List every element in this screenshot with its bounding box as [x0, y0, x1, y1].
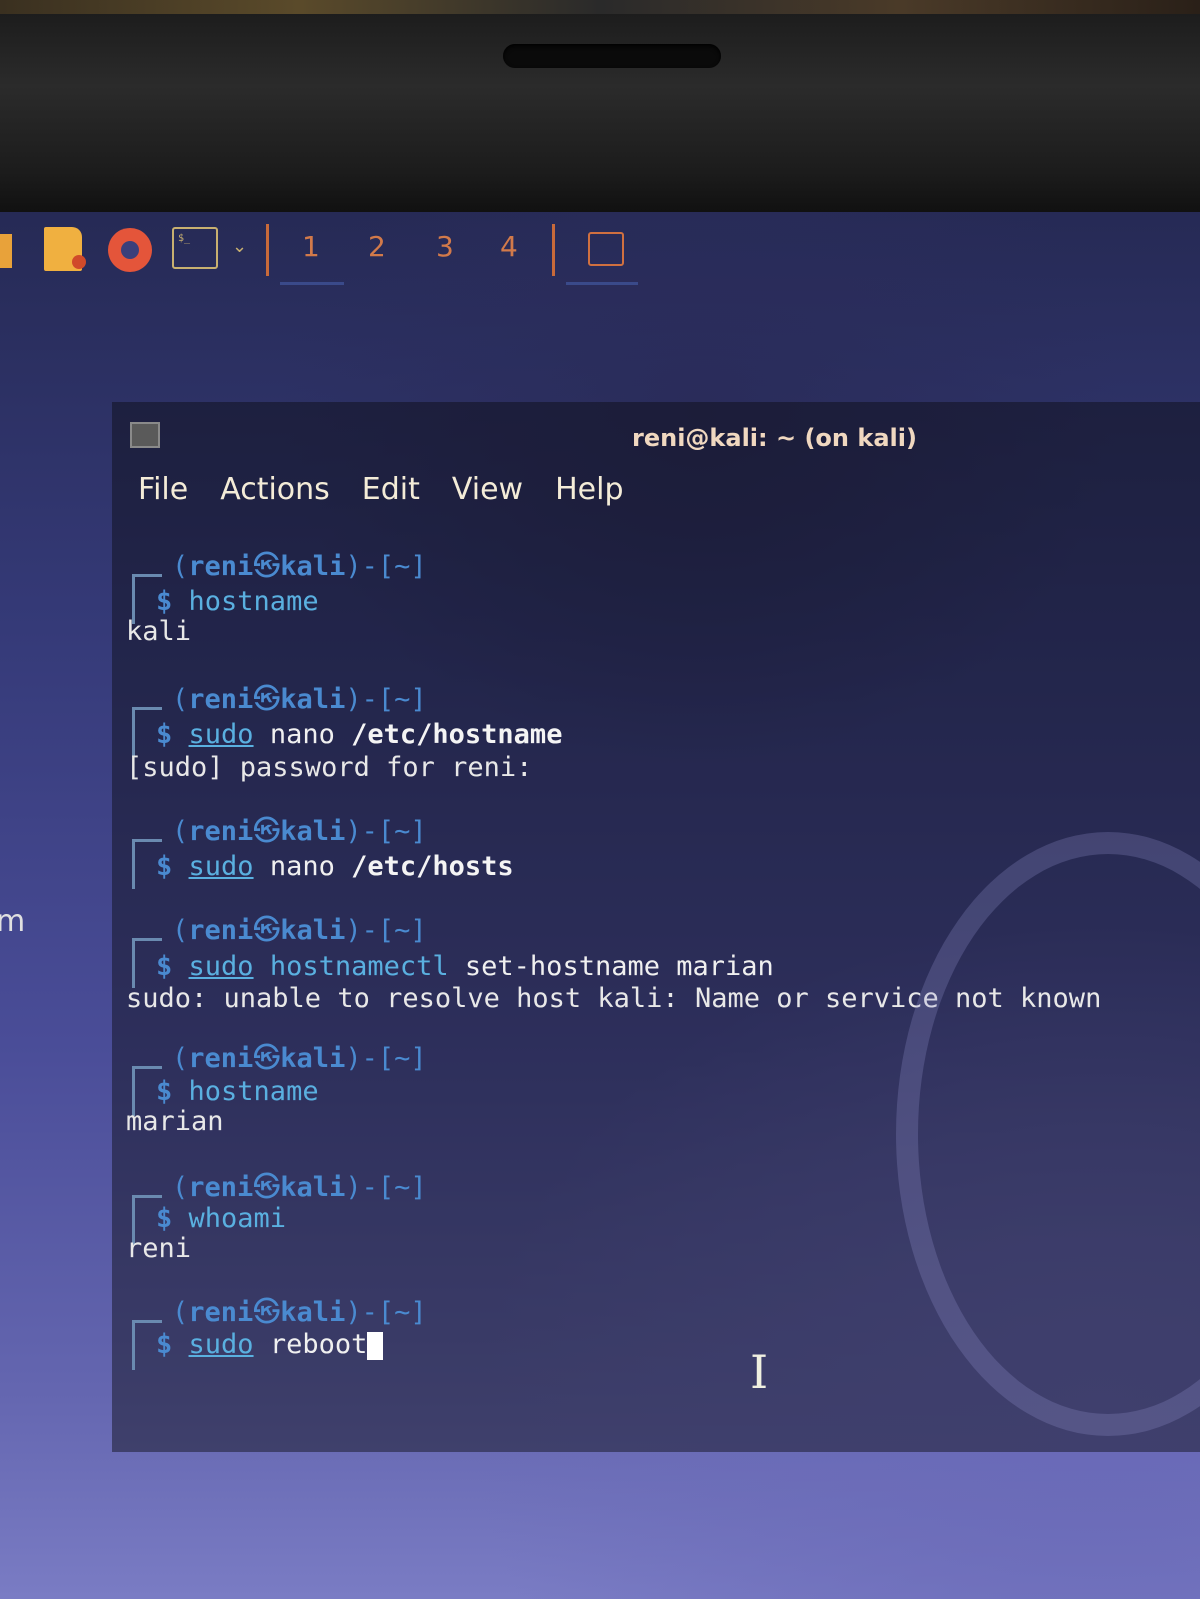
menubar: File Actions Edit View Help [138, 472, 624, 507]
command-line: $ hostname [156, 586, 319, 617]
prompt-header: (reni㉿kali)-[~] [172, 915, 427, 946]
command-output: sudo: unable to resolve host kali: Name … [126, 983, 1102, 1014]
browser-icon[interactable] [108, 228, 152, 272]
command-line: $ sudo hostnamectl set-hostname marian [156, 951, 774, 982]
menu-file[interactable]: File [138, 472, 188, 507]
terminal-window[interactable]: reni@kali: ~ (on kali) File Actions Edit… [112, 402, 1200, 1452]
command-line: $ hostname [156, 1076, 319, 1107]
webcam [503, 44, 721, 68]
workspace-4[interactable]: 4 [500, 230, 518, 263]
command-output: reni [126, 1233, 192, 1264]
active-workspace-indicator [280, 282, 344, 285]
panel-separator [266, 224, 269, 276]
window-title: reni@kali: ~ (on kali) [632, 424, 917, 452]
command-output: kali [126, 616, 192, 647]
window-icon[interactable] [588, 232, 624, 266]
workspace-2[interactable]: 2 [368, 230, 386, 263]
terminal-icon[interactable]: $_ [172, 227, 218, 269]
prompt-header: (reni㉿kali)-[~] [172, 551, 427, 582]
prompt-header: (reni㉿kali)-[~] [172, 1172, 427, 1203]
workspace-1[interactable]: 1 [302, 230, 320, 263]
command-output: marian [126, 1106, 224, 1137]
prompt-header: (reni㉿kali)-[~] [172, 684, 427, 715]
text-cursor [367, 1331, 384, 1360]
top-panel: $_ ⌄ 1 2 3 4 [0, 212, 1200, 292]
folder-icon[interactable] [0, 234, 12, 268]
menu-actions[interactable]: Actions [220, 472, 330, 507]
terminal-titlebar[interactable]: reni@kali: ~ (on kali) [112, 402, 1200, 462]
command-line: $ sudo nano /etc/hostname [156, 719, 563, 750]
desktop-edge-text: m [0, 904, 26, 939]
command-line: $ sudo nano /etc/hosts [156, 851, 514, 882]
prompt-header: (reni㉿kali)-[~] [172, 1297, 427, 1328]
command-output: [sudo] password for reni: [126, 752, 533, 783]
menu-help[interactable]: Help [555, 472, 623, 507]
panel-separator [552, 224, 555, 276]
bezel-edge [0, 0, 1200, 14]
laptop-bezel [0, 0, 1200, 215]
files-icon[interactable] [44, 227, 86, 271]
prompt-header: (reni㉿kali)-[~] [172, 1043, 427, 1074]
terminal-window-icon [130, 422, 160, 448]
menu-view[interactable]: View [452, 472, 523, 507]
menu-edit[interactable]: Edit [362, 472, 420, 507]
workspace-3[interactable]: 3 [436, 230, 454, 263]
window-indicator [566, 282, 638, 285]
command-line: $ whoami [156, 1203, 287, 1234]
prompt-header: (reni㉿kali)-[~] [172, 816, 427, 847]
desktop-screen: $_ ⌄ 1 2 3 4 m reni@kali: ~ (on kali) Fi… [0, 212, 1200, 1599]
chevron-down-icon[interactable]: ⌄ [232, 236, 247, 257]
ibeam-cursor-icon: I [750, 1345, 769, 1399]
command-line[interactable]: $ sudo reboot [156, 1328, 384, 1362]
